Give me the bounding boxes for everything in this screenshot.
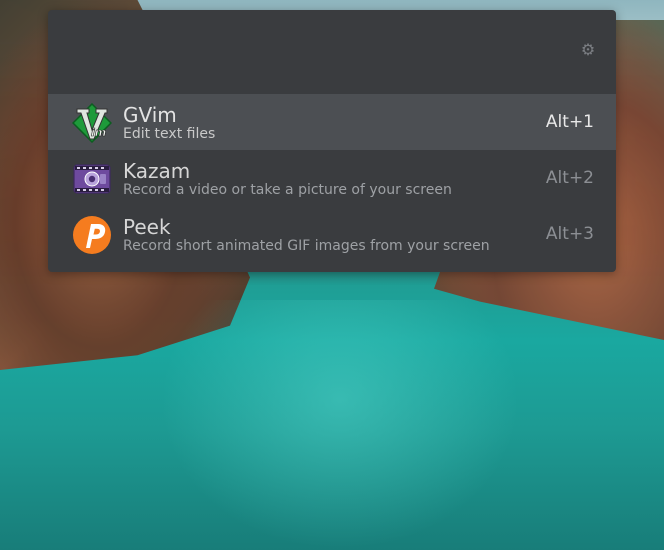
- result-shortcut: Alt+2: [545, 168, 594, 188]
- result-shortcut: Alt+1: [545, 112, 594, 132]
- result-name: GVim: [123, 103, 177, 127]
- search-row: ⚙: [48, 10, 616, 94]
- result-item-kazam[interactable]: Kazam Record a video or take a picture o…: [48, 150, 616, 206]
- search-input[interactable]: [66, 32, 570, 74]
- result-description: Record a video or take a picture of your…: [123, 182, 452, 198]
- peek-icon: [72, 215, 112, 255]
- result-description: Edit text files: [123, 126, 216, 142]
- vim-icon: im: [71, 102, 113, 144]
- kazam-icon: [72, 159, 112, 199]
- svg-text:im: im: [91, 126, 106, 139]
- gear-icon[interactable]: ⚙: [580, 42, 596, 58]
- result-item-peek[interactable]: Peek Record short animated GIF images fr…: [48, 206, 616, 262]
- wallpaper-water: [160, 300, 520, 550]
- result-name: Kazam: [123, 159, 191, 183]
- result-name: Peek: [123, 215, 171, 239]
- results-list: im GVim Edit text files Alt+1 Kazam Reco…: [48, 94, 616, 262]
- app-launcher-window: ⚙ im GVim Edit text files Alt+1 Kazam Re…: [48, 10, 616, 272]
- result-shortcut: Alt+3: [545, 224, 594, 244]
- result-description: Record short animated GIF images from yo…: [123, 238, 490, 254]
- result-item-gvim[interactable]: im GVim Edit text files Alt+1: [48, 94, 616, 150]
